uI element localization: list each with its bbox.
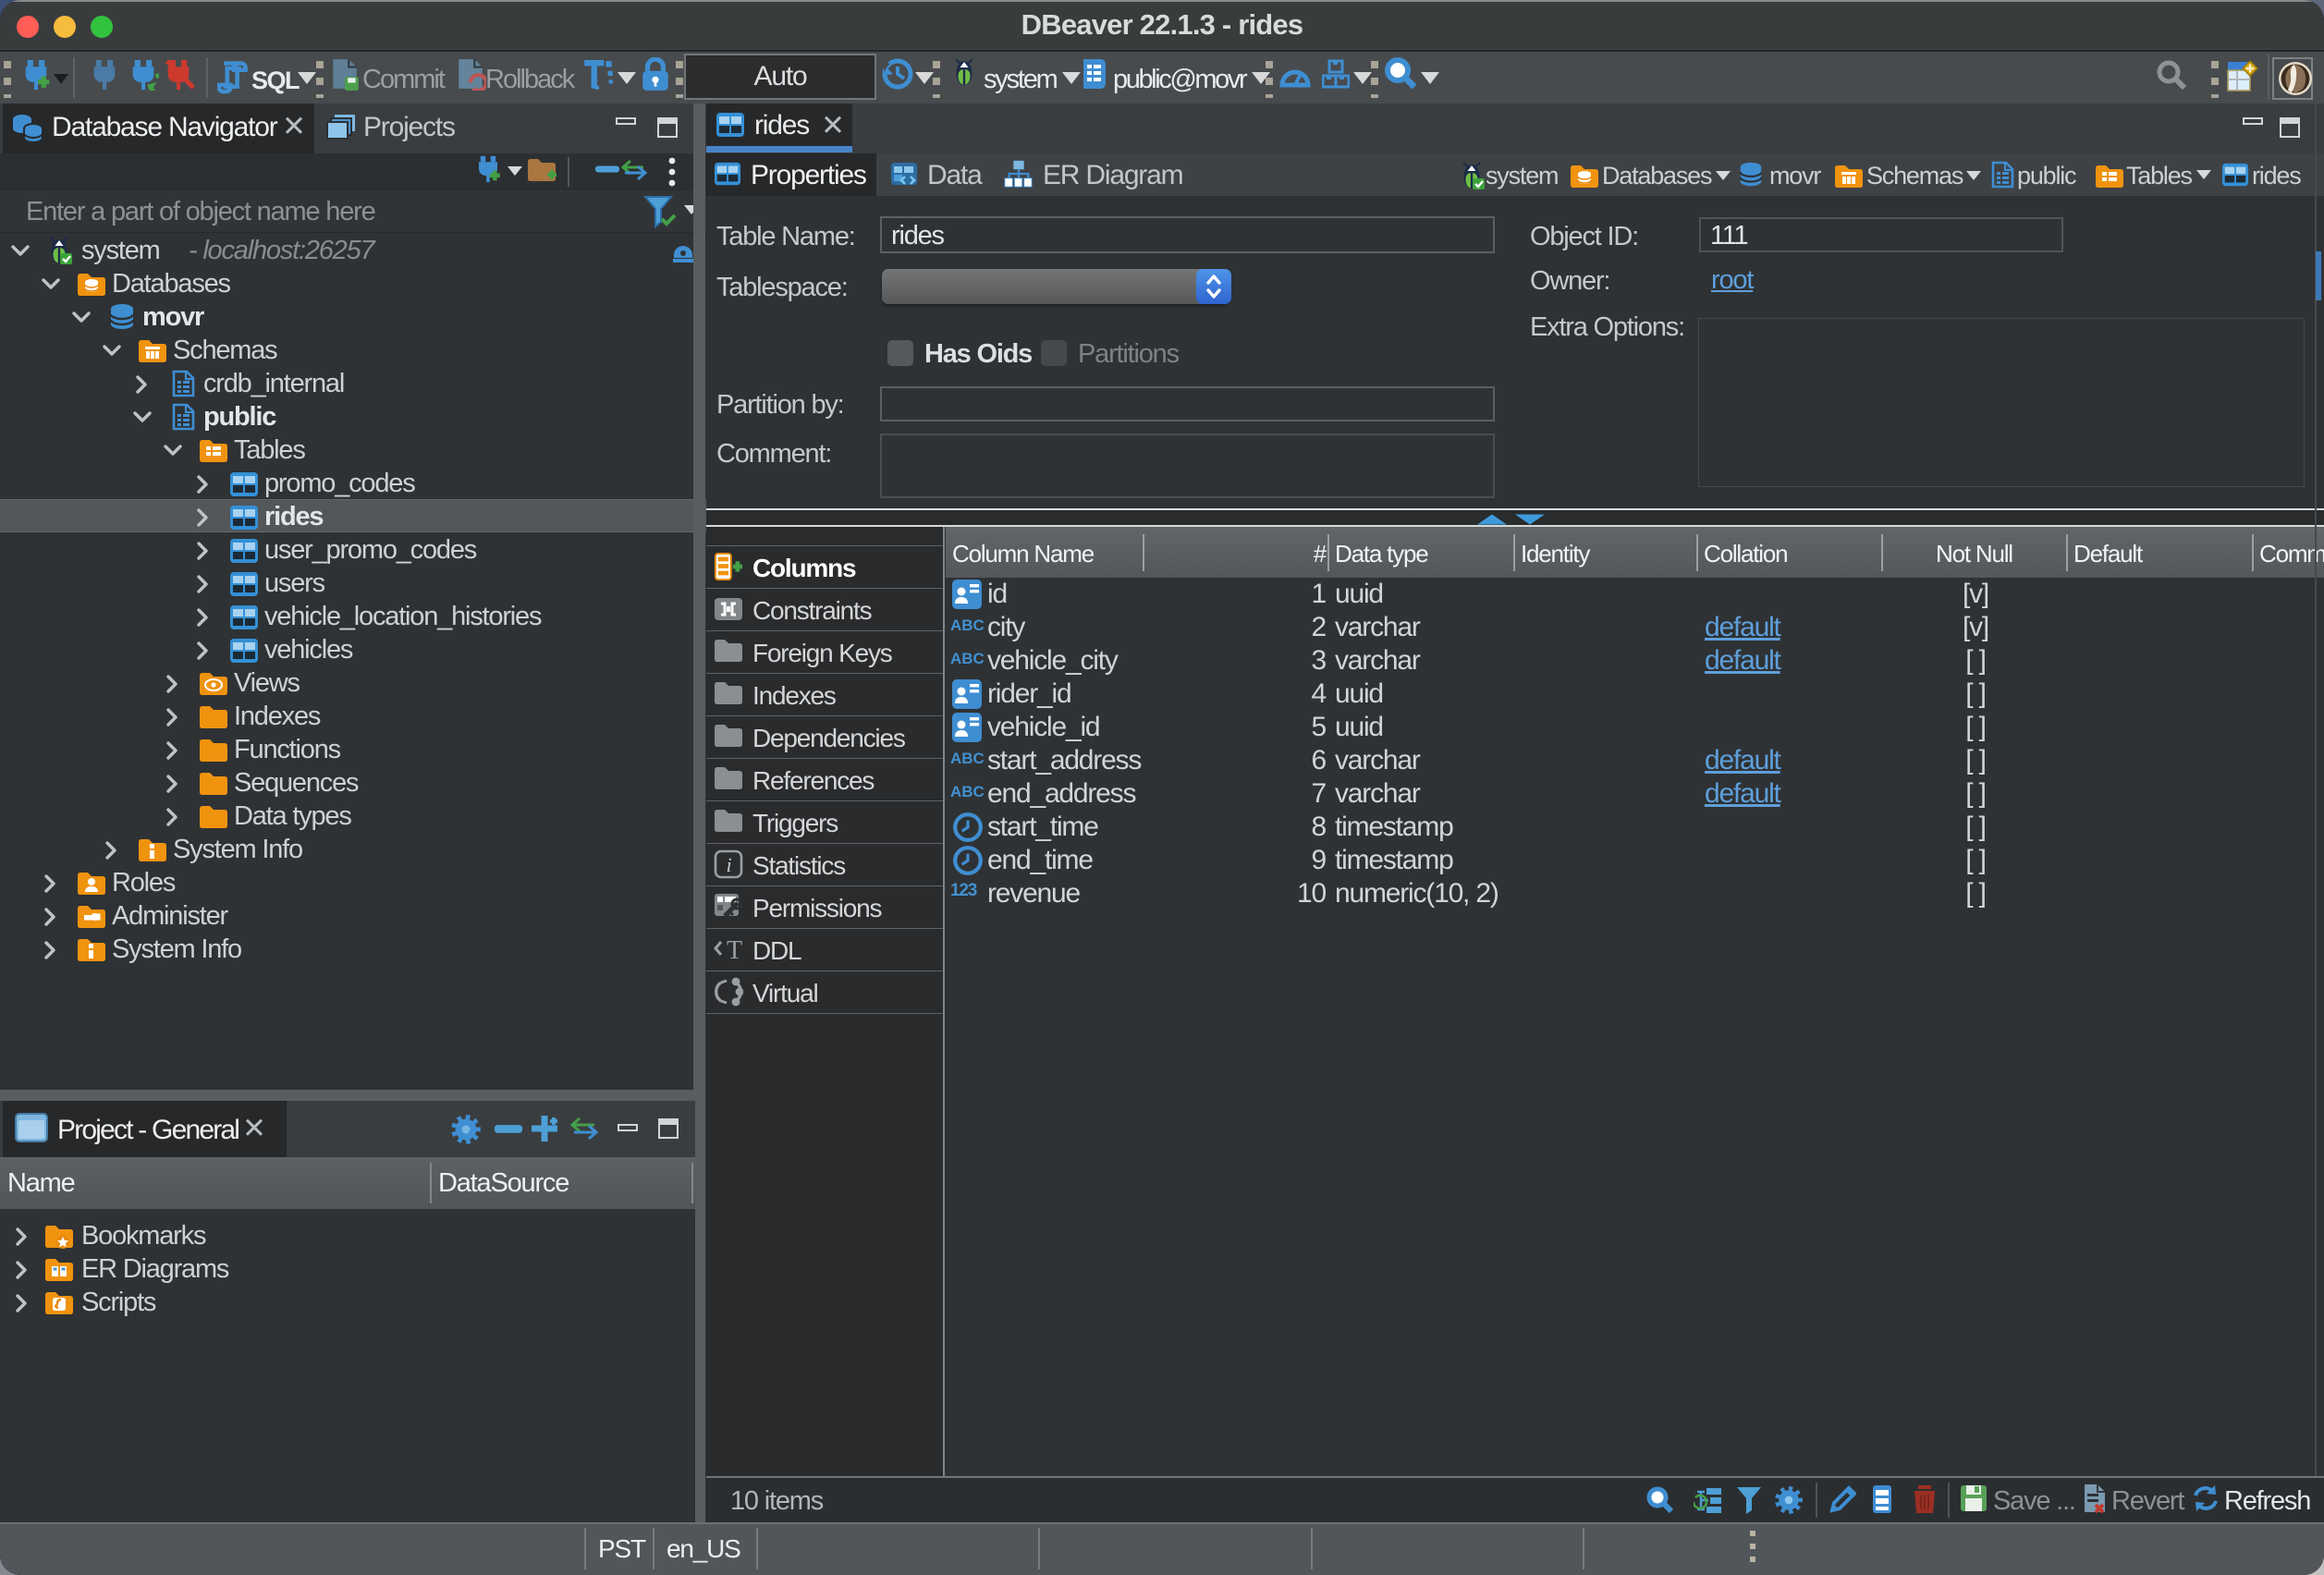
- svg-text:i: i: [727, 853, 732, 876]
- svg-text:T: T: [727, 936, 742, 964]
